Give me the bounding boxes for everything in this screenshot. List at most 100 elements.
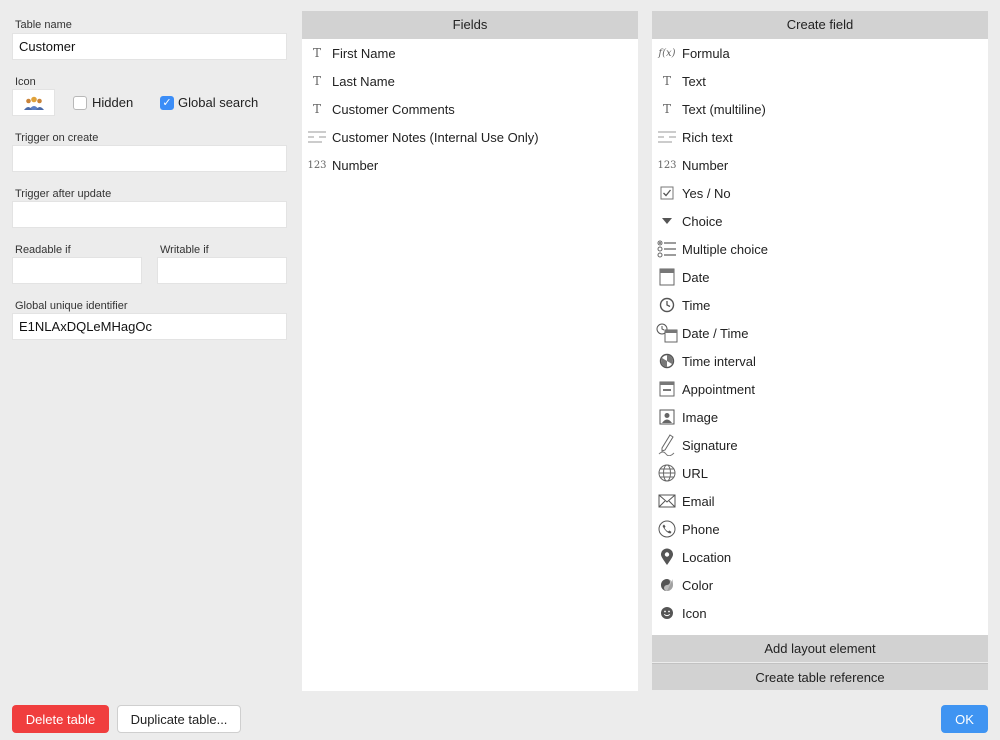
checkmark-icon: ✓: [162, 97, 172, 109]
create-item-label: URL: [682, 465, 709, 481]
create-item-label: Choice: [682, 213, 723, 229]
add-layout-element-button[interactable]: Add layout element: [652, 635, 988, 662]
field-row-label: Last Name: [332, 73, 395, 89]
duplicate-table-button[interactable]: Duplicate table...: [117, 705, 241, 733]
field-row[interactable]: T First Name: [302, 39, 638, 67]
create-item-label: Icon: [682, 605, 707, 621]
create-item-label: Text: [682, 73, 706, 89]
create-item-label: Date: [682, 269, 710, 285]
create-signature-item[interactable]: Signature: [652, 431, 988, 459]
location-pin-icon: [656, 546, 678, 568]
field-row[interactable]: 123 Number: [302, 151, 638, 179]
calendar-icon: [656, 266, 678, 288]
field-row-label: Customer Comments: [332, 101, 455, 117]
checkbox-icon: [656, 182, 678, 204]
create-image-item[interactable]: Image: [652, 403, 988, 431]
rich-text-icon: [306, 126, 328, 148]
text-type-icon: T: [312, 102, 321, 116]
create-appointment-item[interactable]: Appointment: [652, 375, 988, 403]
create-icon-item[interactable]: Icon: [652, 599, 988, 627]
appointment-icon: [656, 378, 678, 400]
time-interval-icon: [656, 350, 678, 372]
readable-if-input[interactable]: [12, 257, 142, 284]
create-choice-item[interactable]: Choice: [652, 207, 988, 235]
field-row-label: Number: [332, 157, 379, 173]
create-time-item[interactable]: Time: [652, 291, 988, 319]
date-time-icon: [656, 322, 678, 344]
field-row-label: Customer Notes (Internal Use Only): [332, 129, 539, 145]
create-location-item[interactable]: Location: [652, 543, 988, 571]
create-item-label: Formula: [682, 45, 730, 61]
smiley-icon: [656, 602, 678, 624]
hidden-checkbox-label: Hidden: [92, 95, 134, 110]
create-rich-text-item[interactable]: Rich text: [652, 123, 988, 151]
readable-if-label: Readable if: [15, 244, 71, 256]
phone-icon: [656, 518, 678, 540]
create-text-item[interactable]: T Text: [652, 67, 988, 95]
hidden-checkbox-box[interactable]: [73, 95, 87, 110]
table-name-label: Table name: [15, 19, 72, 31]
text-type-icon: T: [662, 102, 671, 116]
create-yes-no-item[interactable]: Yes / No: [652, 179, 988, 207]
global-search-checkbox-label: Global search: [178, 95, 259, 110]
create-url-item[interactable]: URL: [652, 459, 988, 487]
text-type-icon: T: [312, 46, 321, 60]
text-type-icon: T: [662, 74, 671, 88]
fields-panel-header: Fields: [302, 11, 638, 39]
color-icon: [656, 574, 678, 596]
table-icon-picker[interactable]: [12, 89, 55, 116]
writable-if-label: Writable if: [160, 244, 209, 256]
create-formula-item[interactable]: f(x) Formula: [652, 39, 988, 67]
text-type-icon: T: [312, 74, 321, 88]
create-item-label: Location: [682, 549, 732, 565]
create-field-panel: Create field f(x) Formula T Text T Text …: [652, 11, 988, 635]
create-item-label: Rich text: [682, 129, 733, 145]
field-row-label: First Name: [332, 45, 396, 61]
number-type-icon: 123: [657, 159, 677, 171]
clock-icon: [656, 294, 678, 316]
delete-table-button[interactable]: Delete table: [12, 705, 109, 733]
writable-if-input[interactable]: [157, 257, 287, 284]
create-email-item[interactable]: Email: [652, 487, 988, 515]
hidden-checkbox[interactable]: Hidden: [73, 95, 133, 110]
trigger-on-create-input[interactable]: [12, 145, 287, 172]
rich-text-icon: [656, 126, 678, 148]
create-item-label: Time: [682, 297, 711, 313]
create-item-label: Phone: [682, 521, 720, 537]
create-item-label: Date / Time: [682, 325, 749, 341]
field-row[interactable]: T Customer Comments: [302, 95, 638, 123]
table-name-input[interactable]: Customer: [12, 33, 287, 60]
number-type-icon: 123: [307, 159, 327, 171]
image-icon: [656, 406, 678, 428]
create-field-panel-header: Create field: [652, 11, 988, 39]
create-table-reference-button[interactable]: Create table reference: [652, 663, 988, 690]
field-row[interactable]: T Last Name: [302, 67, 638, 95]
create-text-multiline-item[interactable]: T Text (multiline): [652, 95, 988, 123]
field-row[interactable]: Customer Notes (Internal Use Only): [302, 123, 638, 151]
fields-panel: Fields T First Name T Last Name T Custom…: [302, 11, 638, 691]
create-phone-item[interactable]: Phone: [652, 515, 988, 543]
create-item-label: Number: [682, 157, 729, 173]
create-date-item[interactable]: Date: [652, 263, 988, 291]
create-item-label: Text (multiline): [682, 101, 766, 117]
ok-button[interactable]: OK: [941, 705, 988, 733]
create-color-item[interactable]: Color: [652, 571, 988, 599]
create-date-time-item[interactable]: Date / Time: [652, 319, 988, 347]
create-item-label: Email: [682, 493, 715, 509]
create-multiple-choice-item[interactable]: Multiple choice: [652, 235, 988, 263]
create-item-label: Appointment: [682, 381, 755, 397]
create-item-label: Multiple choice: [682, 241, 768, 257]
signature-icon: [656, 434, 678, 456]
multiple-choice-icon: [656, 238, 678, 260]
triangle-down-icon: [656, 210, 678, 232]
create-time-interval-item[interactable]: Time interval: [652, 347, 988, 375]
global-search-checkbox-box[interactable]: ✓: [160, 95, 174, 110]
create-item-label: Image: [682, 409, 719, 425]
guid-input[interactable]: E1NLAxDQLeMHagOc: [12, 313, 287, 340]
create-item-label: Signature: [682, 437, 738, 453]
create-number-item[interactable]: 123 Number: [652, 151, 988, 179]
create-item-label: Yes / No: [682, 185, 731, 201]
global-search-checkbox[interactable]: ✓ Global search: [160, 95, 258, 110]
trigger-after-update-input[interactable]: [12, 201, 287, 228]
guid-label: Global unique identifier: [15, 300, 128, 312]
